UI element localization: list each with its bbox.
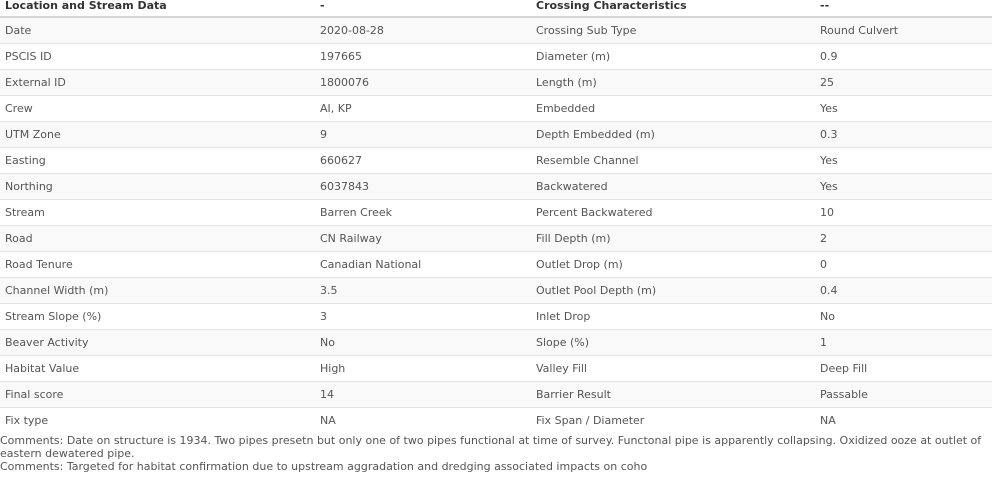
crossing-value: 10	[815, 199, 992, 226]
location-value: No	[315, 329, 531, 356]
table-row: Crew AI, KP Embedded Yes	[0, 95, 992, 122]
header-double-dash: --	[815, 0, 992, 18]
location-label: Easting	[0, 147, 315, 174]
location-label: Fix type	[0, 407, 315, 433]
table-row: Road Tenure Canadian National Outlet Drop …	[0, 251, 992, 278]
location-value: 9	[315, 121, 531, 148]
location-label: External ID	[0, 69, 315, 96]
site-data-table: Location and Stream Data - Crossing Char…	[0, 0, 992, 433]
location-label: Crew	[0, 95, 315, 122]
table-row: Date 2020-08-28 Crossing Sub Type Round Cul…	[0, 16, 992, 44]
comment-structure: Comments: Date on structure is 1934. Two…	[0, 434, 982, 460]
crossing-label: Fix Span / Diameter	[531, 407, 815, 433]
table-row: Beaver Activity No Slope (%) 1	[0, 329, 992, 356]
location-value: High	[315, 355, 531, 382]
table-row: PSCIS ID 197665 Diameter (m) 0.9	[0, 43, 992, 70]
table-row: Easting 660627 Resemble Channel Yes	[0, 147, 992, 174]
table-row: Fix type NA Fix Span / Diameter NA	[0, 407, 992, 433]
location-value: 660627	[315, 147, 531, 174]
location-label: Date	[0, 16, 315, 44]
crossing-value: 0	[815, 251, 992, 278]
crossing-value: Round Culvert	[815, 16, 992, 44]
crossing-value: 25	[815, 69, 992, 96]
header-location-stream-data: Location and Stream Data	[0, 0, 315, 18]
crossing-value: 2	[815, 225, 992, 252]
crossing-value: 0.4	[815, 277, 992, 304]
crossing-label: Outlet Drop (m)	[531, 251, 815, 278]
location-value: 1800076	[315, 69, 531, 96]
location-value: CN Railway	[315, 225, 531, 252]
table-row: Channel Width (m) 3.5 Outlet Pool Depth (m…	[0, 277, 992, 304]
table-row: Stream Slope (%) 3 Inlet Drop No	[0, 303, 992, 330]
crossing-label: Diameter (m)	[531, 43, 815, 70]
crossing-label: Depth Embedded (m)	[531, 121, 815, 148]
crossing-label: Backwatered	[531, 173, 815, 200]
location-value: 3	[315, 303, 531, 330]
location-label: Final score	[0, 381, 315, 408]
crossing-value: 1	[815, 329, 992, 356]
location-label: Stream Slope (%)	[0, 303, 315, 330]
location-label: PSCIS ID	[0, 43, 315, 70]
table-header-row: Location and Stream Data - Crossing Char…	[0, 0, 992, 18]
location-label: Road Tenure	[0, 251, 315, 278]
comment-habitat: Comments: Targeted for habitat confirmat…	[0, 460, 648, 473]
crossing-value: 0.9	[815, 43, 992, 70]
crossing-label: Outlet Pool Depth (m)	[531, 277, 815, 304]
crossing-value: 0.3	[815, 121, 992, 148]
table-row: Northing 6037843 Backwatered Yes	[0, 173, 992, 200]
location-value: Canadian National	[315, 251, 531, 278]
crossing-label: Crossing Sub Type	[531, 16, 815, 44]
header-crossing-characteristics: Crossing Characteristics	[531, 0, 815, 18]
table-row: Habitat Value High Valley Fill Deep Fill	[0, 355, 992, 382]
location-value: Barren Creek	[315, 199, 531, 226]
location-label: Beaver Activity	[0, 329, 315, 356]
location-value: 3.5	[315, 277, 531, 304]
location-label: UTM Zone	[0, 121, 315, 148]
location-label: Habitat Value	[0, 355, 315, 382]
location-value: 6037843	[315, 173, 531, 200]
table-row: UTM Zone 9 Depth Embedded (m) 0.3	[0, 121, 992, 148]
crossing-value: NA	[815, 407, 992, 433]
crossing-value: Yes	[815, 173, 992, 200]
crossing-label: Length (m)	[531, 69, 815, 96]
table-row: Road CN Railway Fill Depth (m) 2	[0, 225, 992, 252]
location-value: 197665	[315, 43, 531, 70]
crossing-value: Deep Fill	[815, 355, 992, 382]
crossing-value: Yes	[815, 147, 992, 174]
location-label: Stream	[0, 199, 315, 226]
location-value: 2020-08-28	[315, 16, 531, 44]
location-label: Northing	[0, 173, 315, 200]
crossing-value: No	[815, 303, 992, 330]
location-label: Road	[0, 225, 315, 252]
table-body: Date 2020-08-28 Crossing Sub Type Round Cul…	[0, 16, 992, 433]
crossing-label: Percent Backwatered	[531, 199, 815, 226]
crossing-label: Fill Depth (m)	[531, 225, 815, 252]
location-value: 14	[315, 381, 531, 408]
location-value: AI, KP	[315, 95, 531, 122]
crossing-label: Inlet Drop	[531, 303, 815, 330]
location-label: Channel Width (m)	[0, 277, 315, 304]
crossing-value: Passable	[815, 381, 992, 408]
location-value: NA	[315, 407, 531, 433]
comments-section: Comments: Date on structure is 1934. Two…	[0, 433, 992, 473]
crossing-label: Resemble Channel	[531, 147, 815, 174]
header-dash: -	[315, 0, 531, 18]
crossing-label: Valley Fill	[531, 355, 815, 382]
table-row: Stream Barren Creek Percent Backwatered 10	[0, 199, 992, 226]
table-row: Final score 14 Barrier Result Passable	[0, 381, 992, 408]
table-row: External ID 1800076 Length (m) 25	[0, 69, 992, 96]
crossing-label: Embedded	[531, 95, 815, 122]
crossing-label: Barrier Result	[531, 381, 815, 408]
crossing-label: Slope (%)	[531, 329, 815, 356]
crossing-value: Yes	[815, 95, 992, 122]
